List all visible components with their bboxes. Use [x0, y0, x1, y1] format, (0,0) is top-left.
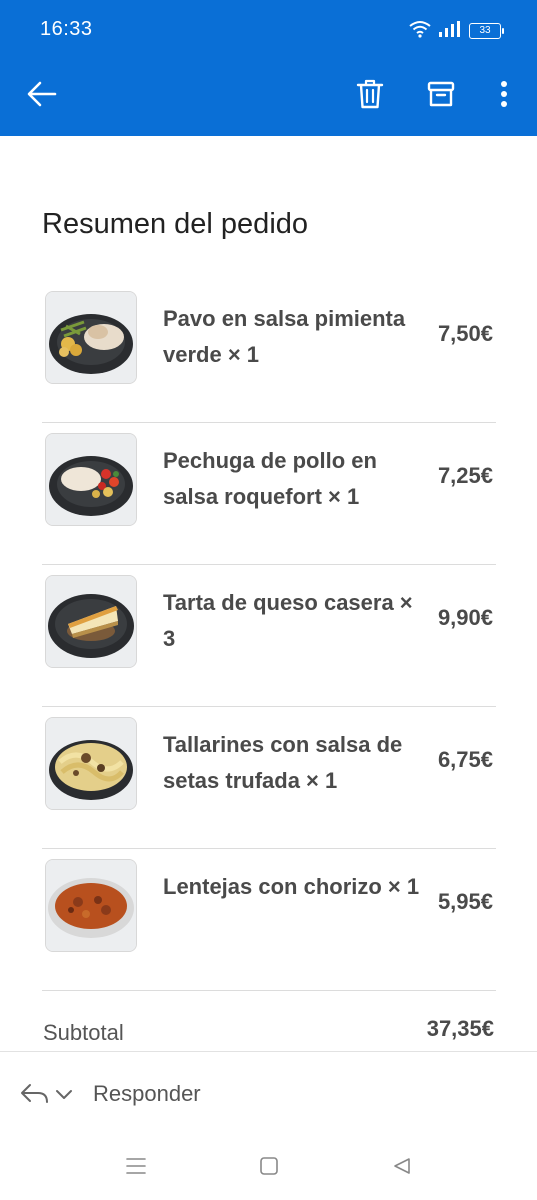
order-item: Tallarines con salsa de setas trufada × … — [42, 707, 496, 849]
chevron-down-icon — [54, 1087, 74, 1106]
tagliatelle-photo — [45, 717, 137, 810]
status-time: 16:33 — [40, 18, 93, 40]
item-price: 9,90€ — [437, 605, 493, 630]
status-bar: 16:33 33 — [0, 0, 537, 60]
subtotal-value: 37,35€ — [426, 1016, 494, 1041]
arrow-left-icon — [27, 81, 57, 112]
reply-options-button[interactable] — [20, 1082, 74, 1111]
order-item: Lentejas con chorizo × 1 5,95€ — [42, 849, 496, 991]
home-button[interactable] — [257, 1156, 281, 1180]
home-icon — [259, 1156, 279, 1181]
chicken-dish-photo — [45, 433, 137, 526]
system-nav-bar — [0, 1136, 537, 1200]
item-price: 7,25€ — [437, 463, 493, 488]
archive-button[interactable] — [421, 76, 461, 116]
item-name: Pechuga de pollo en salsa roquefort × 1 — [163, 448, 377, 509]
battery-icon: 33 — [469, 23, 504, 39]
item-name: Tarta de queso casera × 3 — [163, 590, 413, 651]
screen: 16:33 33 Resumen del pedido Pavo en sals… — [0, 0, 537, 1200]
reply-bar: Responder — [0, 1051, 537, 1137]
email-body: Resumen del pedido Pavo en salsa pimient… — [0, 136, 537, 1051]
system-back-button[interactable] — [390, 1156, 414, 1180]
lentils-photo — [45, 859, 137, 952]
reply-button[interactable]: Responder — [93, 1081, 201, 1107]
back-triangle-icon — [392, 1156, 412, 1181]
top-header: 16:33 33 — [0, 0, 537, 136]
recent-apps-button[interactable] — [124, 1156, 148, 1180]
reply-icon — [20, 1082, 50, 1111]
menu-icon — [125, 1157, 147, 1180]
archive-icon — [427, 80, 455, 113]
signal-icon — [439, 20, 461, 42]
subtotal-label: Subtotal — [43, 1020, 124, 1045]
more-vertical-icon — [500, 80, 508, 113]
order-list: Pavo en salsa pimienta verde × 1 7,50€ P… — [42, 281, 496, 991]
item-price: 5,95€ — [437, 889, 493, 914]
item-price: 6,75€ — [437, 747, 493, 772]
item-price: 7,50€ — [437, 321, 493, 346]
order-item: Pechuga de pollo en salsa roquefort × 1 … — [42, 423, 496, 565]
delete-button[interactable] — [350, 76, 390, 116]
trash-icon — [356, 78, 384, 115]
status-icons: 33 — [409, 20, 504, 43]
order-summary-title: Resumen del pedido — [42, 208, 309, 240]
back-button[interactable] — [22, 76, 62, 116]
item-name: Tallarines con salsa de setas trufada × … — [163, 732, 403, 793]
order-item: Pavo en salsa pimienta verde × 1 7,50€ — [42, 281, 496, 423]
order-item: Tarta de queso casera × 3 9,90€ — [42, 565, 496, 707]
turkey-dish-photo — [45, 291, 137, 384]
more-options-button[interactable] — [484, 76, 524, 116]
item-name: Lentejas con chorizo × 1 — [163, 874, 420, 899]
cheesecake-photo — [45, 575, 137, 668]
subtotal-row: Subtotal 37,35€ — [43, 1016, 494, 1051]
item-name: Pavo en salsa pimienta verde × 1 — [163, 306, 406, 367]
wifi-icon — [409, 20, 431, 43]
